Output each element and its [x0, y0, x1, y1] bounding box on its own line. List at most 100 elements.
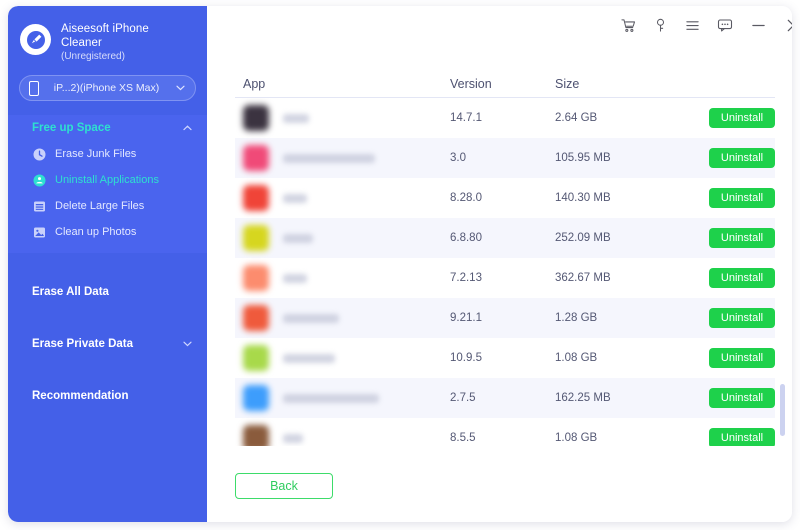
cell-version: 6.8.80 [450, 232, 482, 244]
uninstall-button[interactable]: Uninstall [709, 268, 775, 288]
sidebar-group-label: Erase Private Data [32, 338, 134, 351]
app-icon [243, 305, 269, 331]
table-row[interactable]: 8.28.0 140.30 MB Uninstall [235, 178, 775, 218]
cell-version: 9.21.1 [450, 312, 482, 324]
cart-icon[interactable] [620, 17, 637, 34]
cell-version: 10.9.5 [450, 352, 482, 364]
sidebar-item-erase-junk-files[interactable]: Erase Junk Files [8, 141, 207, 167]
table-row[interactable]: 9.21.1 1.28 GB Uninstall [235, 298, 775, 338]
list-scrollbar[interactable] [780, 152, 785, 500]
table-row[interactable]: 3.0 105.95 MB Uninstall [235, 138, 775, 178]
app-name-redacted [283, 393, 379, 403]
brand-line-1: Aiseesoft iPhone [61, 23, 149, 35]
apps-icon [32, 173, 46, 187]
cell-app [235, 305, 450, 331]
sidebar-nav: Free up Space Erase Junk Files Uninstall… [8, 115, 207, 409]
cell-action: Uninstall [675, 228, 775, 248]
feedback-icon[interactable] [716, 17, 733, 34]
cell-size: 1.28 GB [555, 312, 598, 324]
cell-size: 162.25 MB [555, 392, 611, 404]
uninstall-button[interactable]: Uninstall [709, 428, 775, 446]
cell-action: Uninstall [675, 388, 775, 408]
table-row[interactable]: 6.8.80 252.09 MB Uninstall [235, 218, 775, 258]
app-icon [243, 265, 269, 291]
cell-app [235, 145, 450, 171]
cell-size: 2.64 GB [555, 112, 598, 124]
table-header: App Version Size [235, 58, 775, 98]
uninstall-button[interactable]: Uninstall [709, 108, 775, 128]
app-name-redacted [283, 273, 307, 283]
table-row[interactable]: 8.5.5 1.08 GB Uninstall [235, 418, 775, 446]
footer: Back [207, 450, 792, 522]
app-name-redacted [283, 113, 309, 123]
app-icon [243, 225, 269, 251]
app-icon [243, 145, 269, 171]
broom-cleaner-icon [20, 24, 51, 55]
uninstall-button[interactable]: Uninstall [709, 228, 775, 248]
uninstall-button[interactable]: Uninstall [709, 388, 775, 408]
app-name-redacted [283, 313, 339, 323]
app-list: 14.7.1 2.64 GB Uninstall 3.0 105.95 MB Uninst… [235, 98, 775, 446]
uninstall-button[interactable]: Uninstall [709, 348, 775, 368]
uninstall-button[interactable]: Uninstall [709, 148, 775, 168]
cell-app [235, 385, 450, 411]
cell-action: Uninstall [675, 268, 775, 288]
cell-app [235, 345, 450, 371]
sidebar-item-erase-all-data[interactable]: Erase All Data [8, 279, 207, 305]
scrollbar-thumb[interactable] [780, 384, 785, 436]
back-button[interactable]: Back [235, 473, 333, 499]
key-icon[interactable] [652, 17, 669, 34]
cell-action: Uninstall [675, 348, 775, 368]
sidebar-item-label: Delete Large Files [55, 200, 145, 213]
app-name-redacted [283, 233, 313, 243]
sidebar-item-delete-large-files[interactable]: Delete Large Files [8, 193, 207, 219]
sidebar-item-clean-up-photos[interactable]: Clean up Photos [8, 219, 207, 245]
table-row[interactable]: 7.2.13 362.67 MB Uninstall [235, 258, 775, 298]
chevron-up-icon[interactable] [181, 125, 193, 131]
cell-action: Uninstall [675, 428, 775, 446]
app-window: Aiseesoft iPhone Cleaner (Unregistered) … [8, 6, 792, 522]
app-icon [243, 345, 269, 371]
app-icon [243, 425, 269, 446]
cell-size: 252.09 MB [555, 232, 611, 244]
uninstall-button[interactable]: Uninstall [709, 308, 775, 328]
app-icon [243, 185, 269, 211]
column-header-app: App [243, 77, 266, 91]
iphone-icon [29, 80, 39, 96]
sidebar-group-label: Recommendation [32, 390, 129, 403]
table-row[interactable]: 14.7.1 2.64 GB Uninstall [235, 98, 775, 138]
close-icon[interactable] [783, 15, 792, 35]
minimize-icon[interactable] [748, 15, 768, 35]
app-name-redacted [283, 193, 307, 203]
chevron-down-icon[interactable] [181, 341, 193, 347]
app-icon [243, 105, 269, 131]
cell-app [235, 425, 450, 446]
device-selector[interactable]: iP...2)(iPhone XS Max) [19, 75, 196, 102]
cell-action: Uninstall [675, 148, 775, 168]
sidebar-item-uninstall-applications[interactable]: Uninstall Applications [8, 167, 207, 193]
chevron-down-icon [174, 85, 186, 91]
cell-version: 14.7.1 [450, 112, 482, 124]
cell-action: Uninstall [675, 108, 775, 128]
sidebar-item-label: Erase Junk Files [55, 148, 137, 161]
main-panel: App Version Size 14.7.1 2.64 GB Uninstall 3… [207, 6, 792, 522]
sidebar-item-erase-private-data[interactable]: Erase Private Data [8, 331, 207, 357]
table-row[interactable]: 10.9.5 1.08 GB Uninstall [235, 338, 775, 378]
content-area: App Version Size 14.7.1 2.64 GB Uninstall 3… [207, 44, 792, 450]
clock-icon [32, 147, 46, 161]
sidebar: Aiseesoft iPhone Cleaner (Unregistered) … [8, 6, 207, 522]
uninstall-button[interactable]: Uninstall [709, 188, 775, 208]
sidebar-item-label: Uninstall Applications [55, 174, 159, 187]
app-name-redacted [283, 433, 303, 443]
app-icon [243, 385, 269, 411]
cell-version: 8.5.5 [450, 432, 476, 444]
menu-icon[interactable] [684, 17, 701, 34]
column-header-size: Size [555, 77, 580, 91]
sidebar-item-recommendation[interactable]: Recommendation [8, 383, 207, 409]
table-row[interactable]: 2.7.5 162.25 MB Uninstall [235, 378, 775, 418]
sidebar-item-free-up-space[interactable]: Free up Space [8, 115, 207, 141]
sidebar-group-free-up-space: Free up Space Erase Junk Files Uninstall… [8, 115, 207, 254]
cell-app [235, 185, 450, 211]
cell-size: 362.67 MB [555, 272, 611, 284]
titlebar [207, 6, 792, 44]
